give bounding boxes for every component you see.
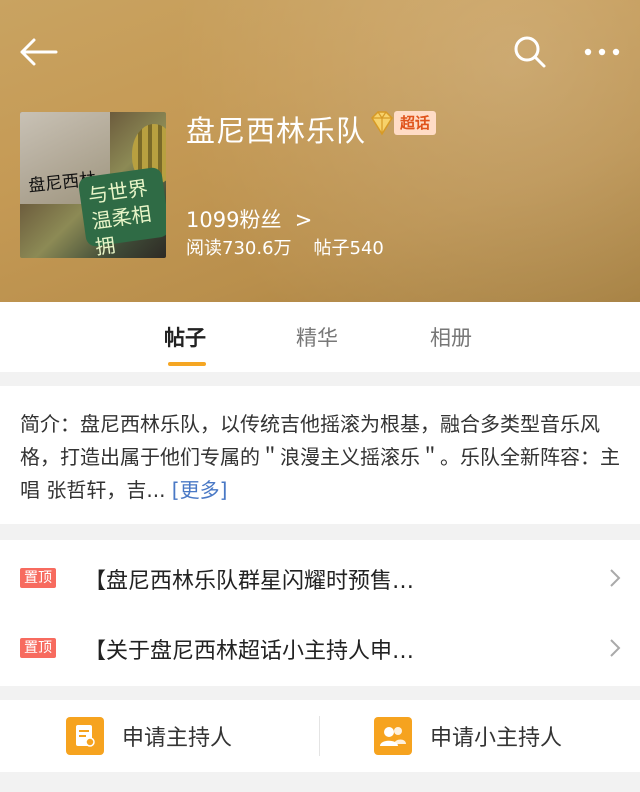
intro-text: 简介：盘尼西林乐队，以传统吉他摇滚为根基，融合多类型音乐风格，打造出属于他们专属… — [20, 408, 620, 507]
pinned-title: 【关于盘尼西林超话小主持人申… — [84, 639, 415, 664]
supertopic-title: 盘尼西林乐队 — [186, 114, 367, 148]
pinned-title: 【盘尼西林乐队群星闪耀时预售… — [84, 569, 415, 594]
supertopic-badge-label: 超话 — [394, 111, 437, 135]
intro-body: 简介：盘尼西林乐队，以传统吉他摇滚为根基，融合多类型音乐风格，打造出属于他们专属… — [20, 412, 620, 502]
pinned-item[interactable]: 置顶 【关于盘尼西林超话小主持人申… — [0, 612, 640, 684]
active-tab-indicator — [168, 362, 206, 366]
tab-featured[interactable]: 精华 — [296, 322, 338, 352]
supertopic-badge: 超话 — [368, 110, 437, 136]
intro-section: 简介：盘尼西林乐队，以传统吉他摇滚为根基，融合多类型音乐风格，打造出属于他们专属… — [0, 386, 640, 524]
fans-count-link[interactable]: 1099粉丝 > — [186, 204, 312, 234]
more-dots-icon[interactable] — [578, 28, 626, 76]
pinned-list: 置顶 【盘尼西林乐队群星闪耀时预售… 置顶 【关于盘尼西林超话小主持人申… — [0, 540, 640, 686]
read-count: 阅读730.6万 — [186, 238, 292, 259]
chevron-right-icon — [610, 569, 621, 587]
cover-sticker-text: 与世界 温柔相拥 — [77, 166, 166, 258]
top-bar — [0, 0, 640, 100]
back-arrow-icon[interactable] — [14, 28, 62, 76]
apply-host-label: 申请主持人 — [122, 726, 233, 751]
pinned-tag: 置顶 — [20, 638, 56, 658]
diamond-icon — [371, 111, 393, 136]
action-divider — [319, 716, 320, 756]
apply-assistant-host-label: 申请小主持人 — [430, 726, 563, 751]
supertopic-header: 盘尼西林 与世界 温柔相拥 盘尼西林乐队 超话 1099粉丝 > 阅读730.6… — [0, 0, 640, 302]
pinned-tag: 置顶 — [20, 568, 56, 588]
search-icon[interactable] — [506, 28, 554, 76]
apply-assistant-host-button[interactable]: 申请小主持人 — [374, 700, 562, 772]
supertopic-cover-image: 盘尼西林 与世界 温柔相拥 — [20, 112, 166, 258]
post-count: 帖子540 — [313, 238, 384, 259]
tab-bar: 帖子 精华 相册 — [0, 302, 640, 372]
host-actions-bar: 申请主持人 申请小主持人 — [0, 700, 640, 772]
pinned-item[interactable]: 置顶 【盘尼西林乐队群星闪耀时预售… — [0, 542, 640, 614]
stats-row: 阅读730.6万 帖子540 — [186, 234, 384, 260]
intro-more-link[interactable]: [更多] — [172, 478, 228, 502]
tab-album[interactable]: 相册 — [430, 322, 472, 352]
apply-assistant-host-icon — [374, 717, 412, 755]
chevron-right-icon — [610, 639, 621, 657]
apply-host-button[interactable]: 申请主持人 — [66, 700, 232, 772]
tab-posts[interactable]: 帖子 — [164, 322, 206, 352]
apply-host-icon — [66, 717, 104, 755]
